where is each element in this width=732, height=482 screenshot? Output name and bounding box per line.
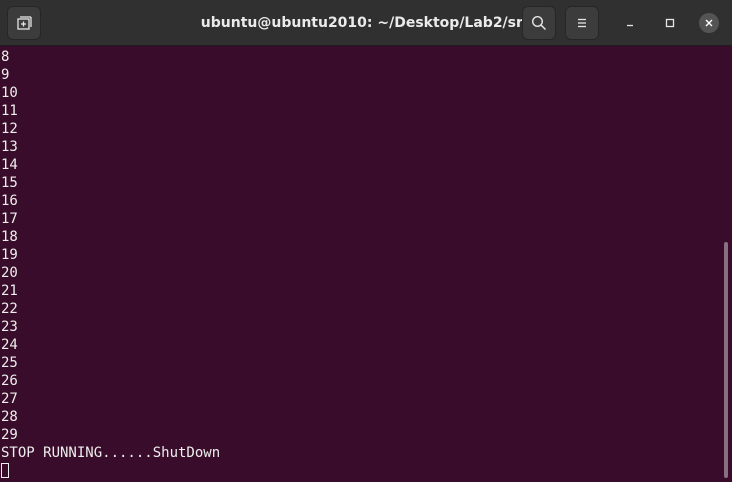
output-line: 28 <box>1 409 18 425</box>
terminal-window: ubuntu@ubuntu2010: ~/Desktop/Lab2/src 8 … <box>0 0 732 482</box>
output-line: 16 <box>1 193 18 209</box>
close-icon <box>705 19 713 27</box>
search-icon <box>531 15 547 31</box>
terminal-output[interactable]: 8 9 10 11 12 13 14 15 16 17 18 19 20 21 … <box>0 48 722 482</box>
title-bar: ubuntu@ubuntu2010: ~/Desktop/Lab2/src <box>0 0 732 46</box>
output-line: 22 <box>1 301 18 317</box>
minimize-button[interactable] <box>620 13 640 33</box>
output-line: 13 <box>1 139 18 155</box>
prompt-line <box>0 462 722 480</box>
output-line: 21 <box>1 283 18 299</box>
output-line: 9 <box>1 67 10 83</box>
minimize-icon <box>627 24 633 27</box>
window-title: ubuntu@ubuntu2010: ~/Desktop/Lab2/src <box>200 15 532 31</box>
output-line: 23 <box>1 319 18 335</box>
output-line: 14 <box>1 157 18 173</box>
text-cursor <box>1 463 9 478</box>
output-line: 17 <box>1 211 18 227</box>
output-line: 25 <box>1 355 18 371</box>
output-line: 10 <box>1 85 18 101</box>
output-line: 29 <box>1 427 18 443</box>
output-line: 12 <box>1 121 18 137</box>
output-line: 24 <box>1 337 18 353</box>
hamburger-menu-icon <box>578 18 586 28</box>
menu-button[interactable] <box>565 6 599 40</box>
search-button[interactable] <box>522 6 556 40</box>
output-line: 20 <box>1 265 18 281</box>
new-tab-button[interactable] <box>7 6 41 40</box>
scrollbar-thumb[interactable] <box>724 242 728 478</box>
output-line: 8 <box>1 49 10 65</box>
status-line: STOP RUNNING......ShutDown <box>1 445 221 461</box>
output-line: 18 <box>1 229 18 245</box>
close-button[interactable] <box>699 13 719 33</box>
output-line: 27 <box>1 391 18 407</box>
output-line: 19 <box>1 247 18 263</box>
maximize-icon <box>665 18 675 28</box>
new-tab-icon <box>17 16 32 30</box>
output-line: 15 <box>1 175 18 191</box>
maximize-button[interactable] <box>660 13 680 33</box>
output-line: 11 <box>1 103 18 119</box>
output-line: 26 <box>1 373 18 389</box>
